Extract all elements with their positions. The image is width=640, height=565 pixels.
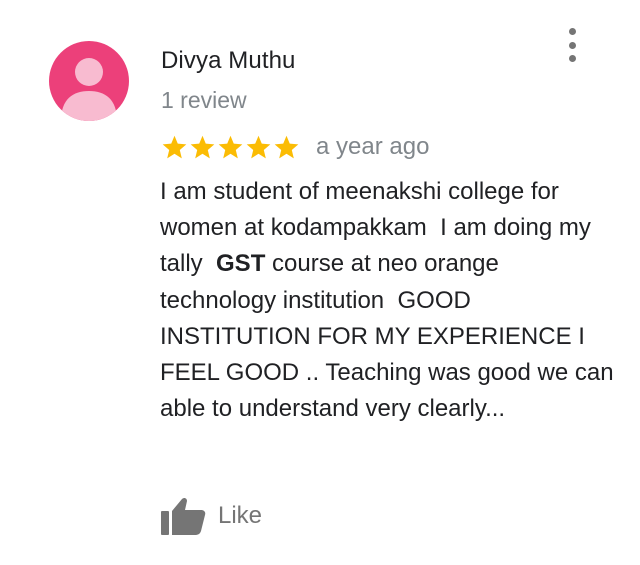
star-icon bbox=[218, 135, 243, 158]
more-vert-icon-dot bbox=[568, 41, 576, 49]
author-name[interactable]: Divya Muthu bbox=[161, 47, 295, 75]
review-count: 1 review bbox=[161, 87, 247, 113]
avatar[interactable] bbox=[49, 41, 129, 121]
review-text-bold: GST bbox=[216, 250, 266, 278]
star-icon bbox=[274, 135, 299, 158]
star-icon bbox=[246, 135, 271, 158]
more-vert-icon-dot bbox=[568, 28, 576, 35]
thumb-up-icon bbox=[161, 497, 206, 535]
review-text: I am student of meenakshi college for wo… bbox=[160, 174, 615, 427]
rating-row: a year ago bbox=[161, 130, 429, 164]
like-button[interactable]: Like bbox=[160, 494, 262, 538]
more-vert-icon-dot bbox=[568, 55, 576, 62]
person-icon bbox=[61, 58, 117, 121]
star-icon bbox=[190, 135, 215, 158]
like-label: Like bbox=[218, 502, 263, 529]
star-icon bbox=[162, 135, 187, 158]
star-rating bbox=[161, 134, 301, 161]
review-date: a year ago bbox=[316, 133, 430, 160]
more-options-button[interactable] bbox=[560, 28, 584, 62]
